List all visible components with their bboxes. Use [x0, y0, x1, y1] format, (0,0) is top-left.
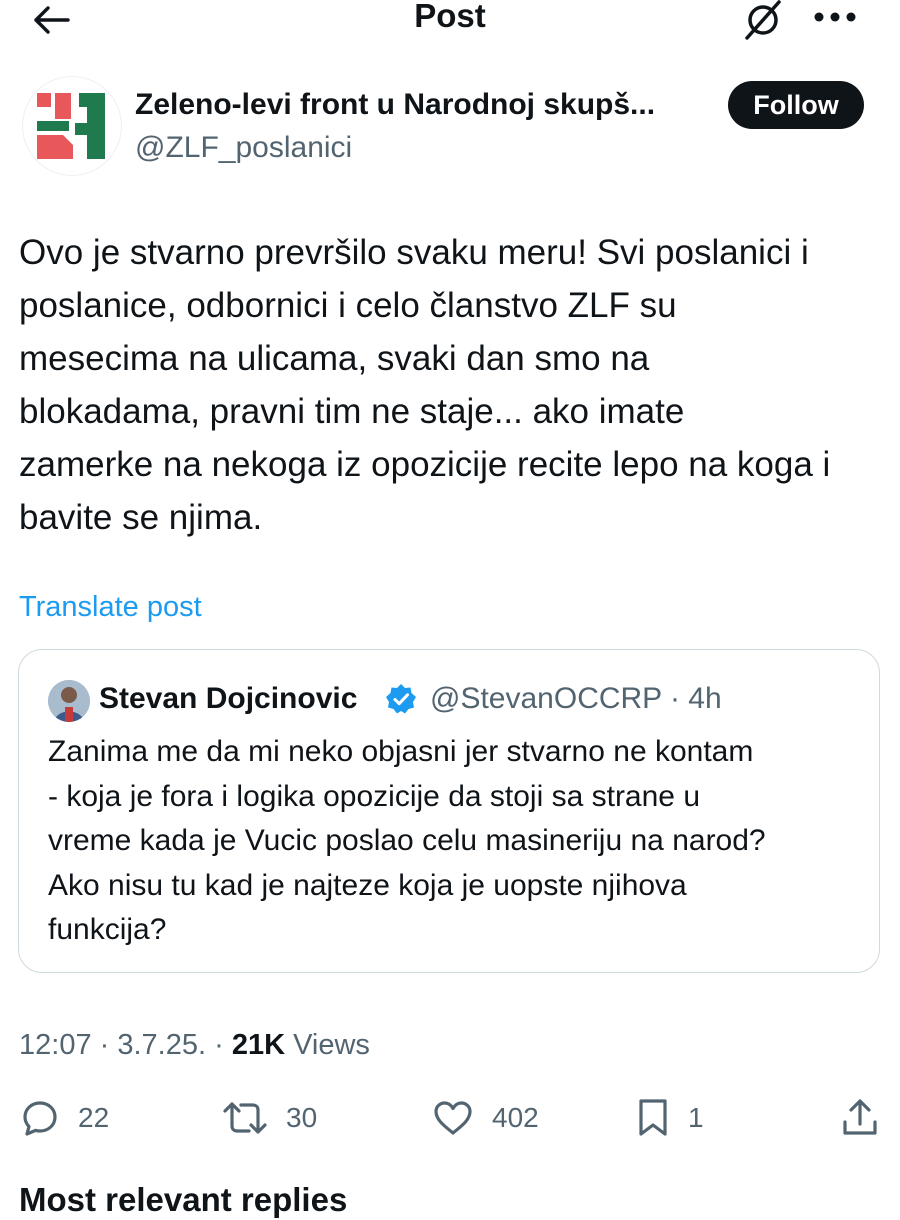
post-timestamp: 12:07 · 3.7.25. · — [19, 1029, 232, 1061]
replies-section-heading: Most relevant replies — [19, 1181, 348, 1218]
like-button[interactable]: 402 — [432, 1096, 539, 1140]
share-icon — [843, 1099, 877, 1135]
quoted-author-name: Stevan Dojcinovic — [99, 682, 358, 715]
grok-icon — [745, 0, 781, 40]
bookmark-count: 1 — [688, 1102, 704, 1133]
author-handle[interactable]: @ZLF_poslanici — [135, 130, 352, 166]
translate-post-link[interactable]: Translate post — [19, 589, 202, 625]
repost-count: 30 — [286, 1102, 318, 1133]
post-text: Ovo je stvarno prevršilo svaku meru! Svi… — [19, 233, 831, 537]
reply-button[interactable]: 22 — [20, 1096, 109, 1140]
repost-button[interactable]: 30 — [222, 1096, 317, 1140]
quoted-author-avatar — [48, 680, 90, 722]
verified-badge-icon — [385, 683, 417, 715]
reply-count: 22 — [78, 1102, 110, 1133]
post-meta: 12:07 · 3.7.25. · 21K Views — [19, 1026, 370, 1064]
views-label: Views — [285, 1029, 370, 1061]
share-button[interactable] — [838, 1096, 882, 1140]
grok-button[interactable] — [738, 0, 788, 42]
quoted-post-text: Zanima me da mi neko objasni jer stvarno… — [48, 735, 766, 946]
bookmark-button[interactable]: 1 — [636, 1096, 704, 1140]
quoted-handle-time: @StevanOCCRP · 4h — [430, 682, 722, 715]
repost-icon — [223, 1102, 267, 1134]
bookmark-icon — [639, 1099, 667, 1136]
author-avatar[interactable] — [22, 76, 122, 176]
zlf-logo-icon — [37, 93, 105, 159]
follow-button[interactable]: Follow — [728, 81, 864, 129]
author-display-name[interactable]: Zeleno-levi front u Narodnoj skupš... — [135, 87, 655, 123]
more-dots-icon — [814, 12, 856, 22]
reply-icon — [23, 1101, 57, 1136]
more-options-button[interactable] — [808, 0, 862, 34]
person-avatar-icon — [48, 680, 90, 722]
views-count: 21K — [231, 1029, 286, 1061]
heart-icon — [434, 1101, 472, 1135]
like-count: 402 — [492, 1102, 539, 1133]
